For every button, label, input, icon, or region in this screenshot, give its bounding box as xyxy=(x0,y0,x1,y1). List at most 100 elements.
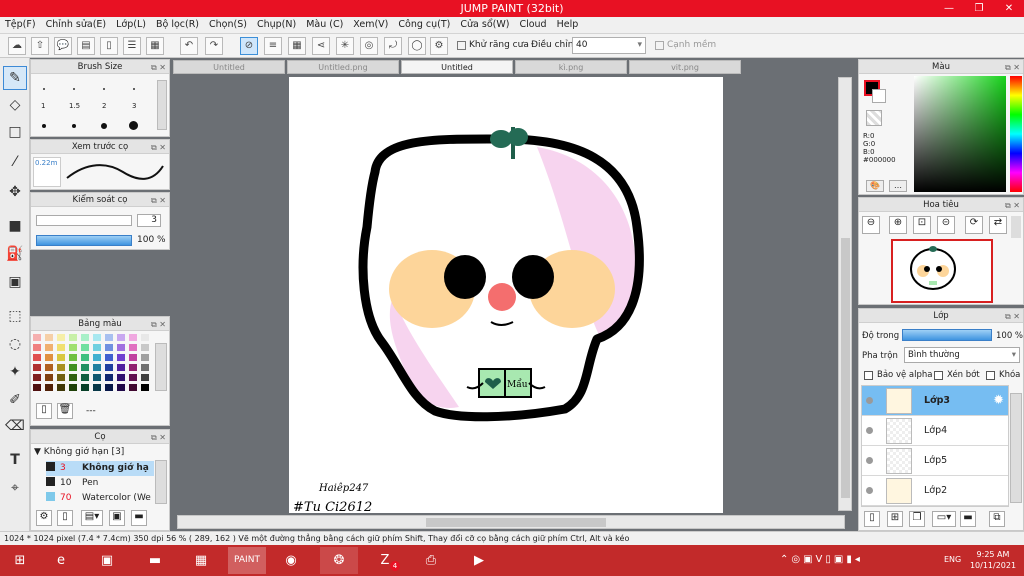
zoom-app-icon[interactable]: ▶ xyxy=(460,547,498,574)
palette-swatch[interactable] xyxy=(69,354,77,361)
gradient-tool-icon[interactable]: ▣ xyxy=(3,270,27,294)
palette-swatch[interactable] xyxy=(81,354,89,361)
page-icon[interactable]: ▯ xyxy=(100,37,118,55)
brush-item[interactable]: 70 Watercolor (We xyxy=(46,491,154,506)
palette-swatch[interactable] xyxy=(81,384,89,391)
new-brush-icon[interactable]: ▯ xyxy=(57,510,73,526)
palette-swatch[interactable] xyxy=(105,344,113,351)
palette-swatch[interactable] xyxy=(81,374,89,381)
palette-swatch[interactable] xyxy=(81,364,89,371)
brush-size-slider[interactable] xyxy=(36,215,132,226)
palette-swatch[interactable] xyxy=(33,364,41,371)
grid-snap-icon[interactable]: ▦ xyxy=(288,37,306,55)
chrome-icon[interactable]: ◉ xyxy=(272,547,310,574)
windows-start-icon[interactable]: ⊞ xyxy=(0,547,40,574)
palette-swatch[interactable] xyxy=(117,354,125,361)
panel-menu-icon[interactable]: ⧉ ✕ xyxy=(151,61,166,75)
layer-row[interactable]: Lớp2 xyxy=(862,476,1008,506)
background-color[interactable] xyxy=(872,89,886,103)
folder-icon[interactable]: ▬ xyxy=(131,510,147,526)
comment-icon[interactable]: 💬 xyxy=(54,37,72,55)
menu-window[interactable]: Cửa sổ(W) xyxy=(455,17,514,30)
palette-swatch[interactable] xyxy=(105,364,113,371)
palette-swatch[interactable] xyxy=(93,334,101,341)
palette-swatch[interactable] xyxy=(105,334,113,341)
layer-row[interactable]: Lớp5 xyxy=(862,446,1008,476)
folder-icon[interactable]: ▬ xyxy=(960,511,976,527)
brush-size-label[interactable]: 3 xyxy=(132,102,136,110)
palette-swatch[interactable] xyxy=(105,384,113,391)
parallel-snap-icon[interactable]: ≡ xyxy=(264,37,282,55)
visibility-icon[interactable] xyxy=(866,487,873,494)
palette-swatch[interactable] xyxy=(93,354,101,361)
language-indicator[interactable]: ENG xyxy=(944,555,961,564)
trash-icon[interactable]: 🗑 xyxy=(57,403,73,419)
palette-icon[interactable]: 🎨 xyxy=(866,180,884,192)
ring-snap-icon[interactable]: ◯ xyxy=(408,37,426,55)
snap-off-icon[interactable]: ⊘ xyxy=(240,37,258,55)
frame-icon[interactable]: ▤ xyxy=(77,37,95,55)
palette-swatch[interactable] xyxy=(105,354,113,361)
layer-scrollbar[interactable] xyxy=(1010,393,1022,503)
palette-swatch[interactable] xyxy=(117,334,125,341)
soft-edge-checkbox[interactable] xyxy=(655,41,664,50)
tab-untitled-png[interactable]: Untitled.png xyxy=(287,60,399,74)
palette-swatch[interactable] xyxy=(45,364,53,371)
brush-dot[interactable] xyxy=(72,124,76,128)
vertical-scroll-thumb[interactable] xyxy=(841,238,850,498)
fill-rect-tool-icon[interactable]: ■ xyxy=(3,214,27,238)
menu-select[interactable]: Chọn(S) xyxy=(204,17,252,30)
hue-slider[interactable] xyxy=(1010,76,1022,192)
redo-icon[interactable]: ↷ xyxy=(205,37,223,55)
clock[interactable]: 9:25 AM 10/11/2021 xyxy=(968,549,1018,571)
minimize-icon[interactable]: — xyxy=(934,0,964,17)
visibility-icon[interactable] xyxy=(866,427,873,434)
palette-swatch[interactable] xyxy=(69,384,77,391)
circle-snap-icon[interactable]: ◎ xyxy=(360,37,378,55)
radial-snap-icon[interactable]: ✳ xyxy=(336,37,354,55)
palette-swatch[interactable] xyxy=(129,344,137,351)
menu-tools[interactable]: Công cụ(T) xyxy=(393,17,455,30)
perspective-snap-icon[interactable]: ⋖ xyxy=(312,37,330,55)
menu-edit[interactable]: Chỉnh sửa(E) xyxy=(41,17,112,30)
brush-opacity-slider[interactable] xyxy=(36,235,132,246)
brush-export-icon[interactable]: ▣ xyxy=(109,510,125,526)
brush-dot[interactable] xyxy=(103,88,105,90)
undo-icon[interactable]: ↶ xyxy=(180,37,198,55)
palette-swatch[interactable] xyxy=(117,384,125,391)
brush-list-scrollbar[interactable] xyxy=(155,460,167,504)
tab-untitled-2[interactable]: Untitled xyxy=(401,60,513,74)
palette-swatch[interactable] xyxy=(129,334,137,341)
palette-swatch[interactable] xyxy=(45,334,53,341)
printer-icon[interactable]: ⎙ xyxy=(412,547,450,574)
palette-swatch[interactable] xyxy=(45,344,53,351)
palette-swatch[interactable] xyxy=(141,374,149,381)
palette-swatch[interactable] xyxy=(57,364,65,371)
color-field[interactable] xyxy=(914,76,1006,192)
brush-group-header[interactable]: ▼ Không giớ hạn [3] xyxy=(34,447,124,457)
brush-size-value[interactable]: 3 xyxy=(137,214,161,227)
palette-swatch[interactable] xyxy=(45,354,53,361)
palette-swatch[interactable] xyxy=(69,334,77,341)
brush-dot[interactable] xyxy=(129,121,138,130)
cloud-icon[interactable]: ☁ xyxy=(8,37,26,55)
palette-swatch[interactable] xyxy=(33,334,41,341)
palette-swatch[interactable] xyxy=(57,354,65,361)
palette-swatch[interactable] xyxy=(69,364,77,371)
panel-menu-icon[interactable]: ⧉ ✕ xyxy=(151,318,166,332)
zalo-icon[interactable]: Z4 xyxy=(366,547,404,574)
brush-size-label[interactable]: 1 xyxy=(41,102,45,110)
palette-swatch[interactable] xyxy=(117,364,125,371)
export-icon[interactable]: ⇧ xyxy=(31,37,49,55)
pen-tool-icon[interactable]: ✎ xyxy=(3,66,27,90)
layer-row[interactable]: Lớp3 ✹ xyxy=(862,386,1008,416)
text-tool-icon[interactable]: T xyxy=(3,448,27,472)
palette-swatch[interactable] xyxy=(33,374,41,381)
palette-swatch[interactable] xyxy=(129,374,137,381)
palette-swatch[interactable] xyxy=(117,344,125,351)
settings-icon[interactable]: ⚙ xyxy=(430,37,448,55)
menu-cloud[interactable]: Cloud xyxy=(514,17,551,30)
panel-menu-icon[interactable]: ⧉ ✕ xyxy=(1005,199,1020,213)
tab-ki-png[interactable]: kì.png xyxy=(515,60,627,74)
tab-untitled-1[interactable]: Untitled xyxy=(173,60,285,74)
